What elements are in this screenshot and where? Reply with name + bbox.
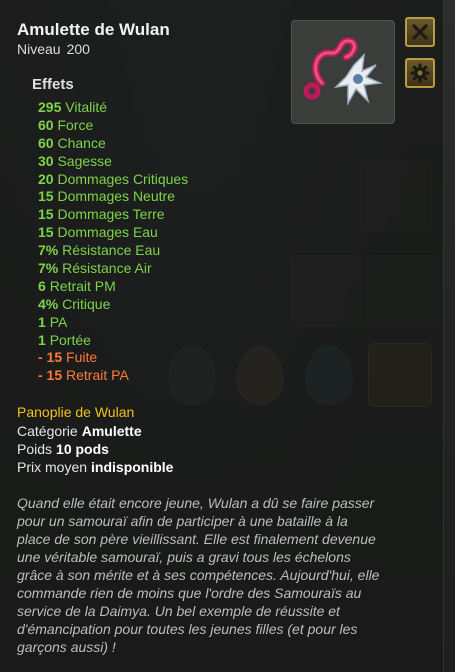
- effect-label: Sagesse: [57, 152, 112, 169]
- effect-label: Portée: [49, 331, 91, 348]
- effect-line: 60 Chance: [38, 135, 188, 153]
- gear-icon: [410, 63, 430, 83]
- effect-value: - 15: [38, 349, 63, 366]
- effect-value: 15: [38, 206, 54, 223]
- effects-heading: Effets: [32, 76, 74, 93]
- effect-label: Dommages Critiques: [57, 170, 189, 187]
- effect-value: 1: [38, 331, 46, 348]
- effect-label: Dommages Neutre: [57, 188, 175, 205]
- weight-label: Poids: [17, 441, 53, 457]
- effect-line: - 15 Retrait PA: [38, 367, 188, 385]
- level-label: Niveau: [17, 41, 61, 57]
- effect-label: PA: [49, 313, 68, 330]
- effect-value: 60: [38, 116, 54, 133]
- price-value: indisponible: [91, 459, 174, 475]
- item-name: Amulette de Wulan: [17, 20, 170, 39]
- effect-value: 15: [38, 224, 54, 241]
- effect-value: 60: [38, 134, 54, 151]
- effect-label: Retrait PA: [66, 367, 129, 384]
- effect-line: 295 Vitalité: [38, 99, 188, 117]
- price-row: Prix moyen indisponible: [17, 459, 173, 475]
- item-level: Niveau 200: [17, 41, 90, 57]
- effects-list: 295 Vitalité 60 Force 60 Chance 30 Sagesse 2…: [38, 99, 188, 385]
- category-label: Catégorie: [17, 423, 78, 439]
- effect-line: 15 Dommages Terre: [38, 206, 188, 224]
- effect-line: 7% Résistance Eau: [38, 242, 188, 260]
- price-label: Prix moyen: [17, 459, 88, 475]
- effect-line: 7% Résistance Air: [38, 260, 188, 278]
- effect-label: Dommages Terre: [57, 206, 165, 223]
- effect-line: 15 Dommages Eau: [38, 224, 188, 242]
- effect-label: Dommages Eau: [57, 224, 158, 241]
- effect-value: 4%: [38, 295, 59, 312]
- amulet-icon: [303, 37, 383, 106]
- category-value: Amulette: [81, 423, 142, 439]
- effect-value: 7%: [38, 260, 59, 277]
- effect-label: Résistance Eau: [62, 242, 161, 259]
- level-value: 200: [66, 41, 90, 57]
- item-description: Quand elle était encore jeune, Wulan a d…: [17, 495, 380, 655]
- effect-label: Vitalité: [65, 99, 108, 115]
- weight-row: Poids 10 pods: [17, 441, 109, 457]
- effect-value: 20: [38, 170, 54, 187]
- category-row: Catégorie Amulette: [17, 423, 142, 439]
- close-button[interactable]: [405, 17, 435, 47]
- effect-label: Retrait PM: [49, 277, 116, 294]
- weight-value: 10 pods: [56, 441, 109, 457]
- effect-line: 1 Portée: [38, 332, 188, 350]
- set-link[interactable]: Panoplie de Wulan: [17, 404, 134, 420]
- item-image: [291, 20, 395, 124]
- effect-line: 60 Force: [38, 117, 188, 135]
- effect-label: Critique: [62, 295, 111, 312]
- effect-value: 30: [38, 152, 54, 169]
- effect-line: 1 PA: [38, 314, 188, 332]
- effect-label: Force: [57, 116, 94, 133]
- effect-value: 7%: [38, 242, 59, 259]
- settings-button[interactable]: [405, 58, 435, 88]
- effect-value: 1: [38, 313, 46, 330]
- effect-label: Résistance Air: [62, 260, 152, 277]
- close-icon: [412, 24, 428, 40]
- effect-line: 15 Dommages Neutre: [38, 188, 188, 206]
- effect-line: 30 Sagesse: [38, 153, 188, 171]
- effect-value: 15: [38, 188, 54, 205]
- effect-line: - 15 Fuite: [38, 349, 188, 367]
- effect-line: 4% Critique: [38, 296, 188, 314]
- effect-line: 20 Dommages Critiques: [38, 171, 188, 189]
- effect-value: 295: [38, 99, 62, 115]
- effect-label: Fuite: [66, 349, 98, 366]
- item-tooltip: Amulette de Wulan Niveau 200 Effets 295 …: [0, 0, 444, 672]
- effect-value: - 15: [38, 367, 63, 384]
- effect-value: 6: [38, 277, 46, 294]
- effect-line: 6 Retrait PM: [38, 278, 188, 296]
- effect-label: Chance: [57, 134, 106, 151]
